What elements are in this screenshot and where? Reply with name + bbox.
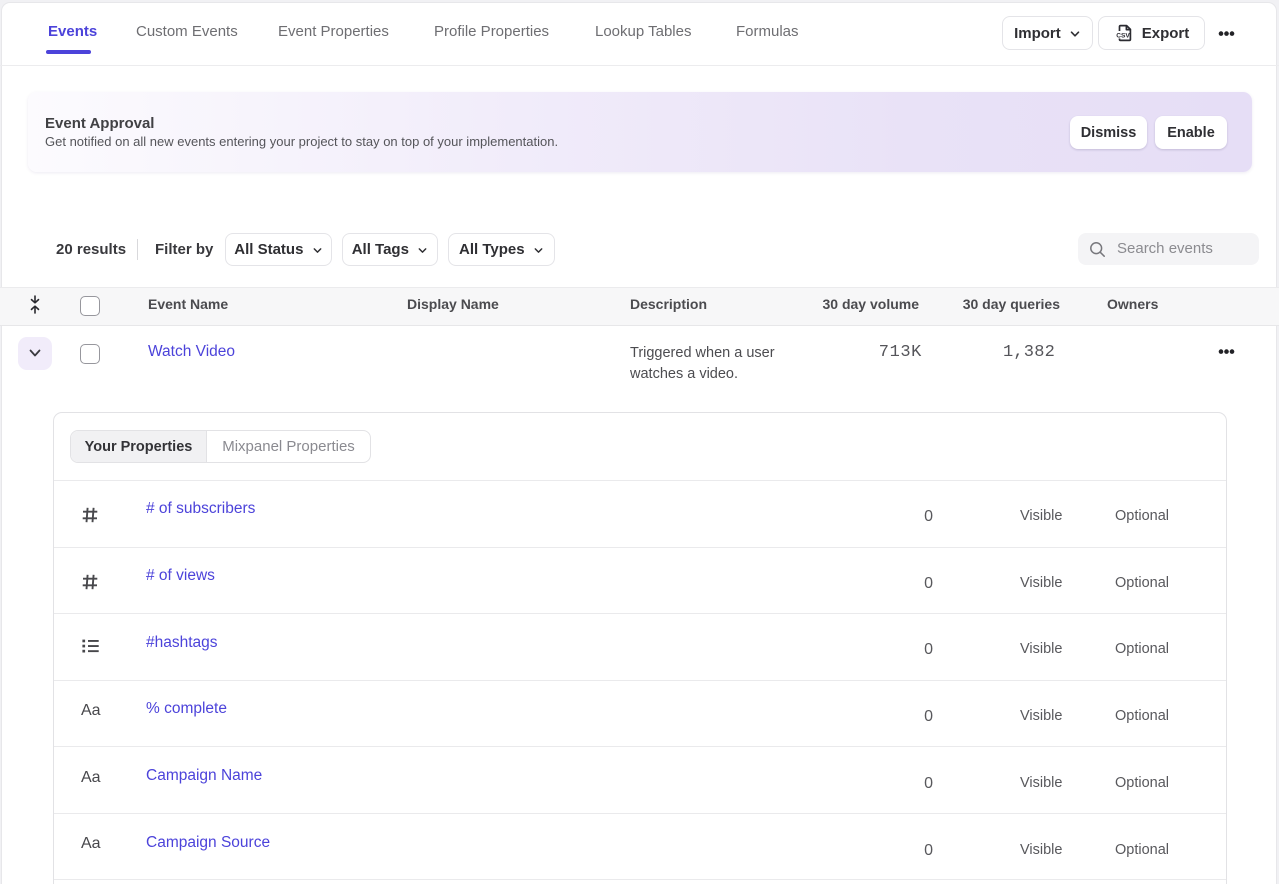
svg-text:CSV: CSV	[1116, 32, 1130, 39]
